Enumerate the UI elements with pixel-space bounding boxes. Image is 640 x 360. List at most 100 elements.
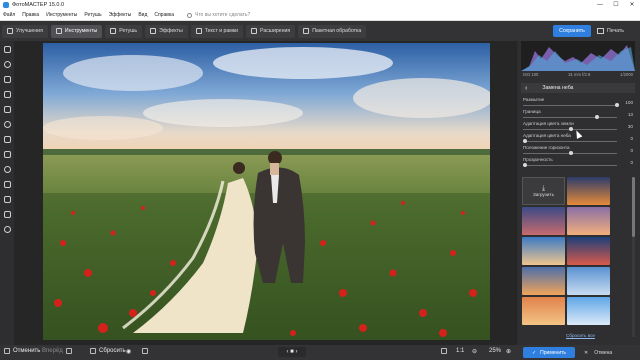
menu-effects[interactable]: Эффекты [109,12,132,18]
apply-label: Применить [540,349,567,356]
undo-icon [4,348,10,354]
slider-value: 100 [625,100,633,105]
menu-file[interactable]: Файл [3,12,15,18]
tab-label: Текст и рамки [204,28,239,34]
sky-thumbnail[interactable] [567,207,610,235]
menu-edit[interactable]: Правка [22,12,39,18]
window-title: ФотоМАСТЕР 15.0.0 [12,2,65,8]
sky-thumbnail[interactable] [567,237,610,265]
tab-extensions[interactable]: Расширения [246,24,296,38]
fit-icon [441,348,447,354]
slider-label: Положение горизонта [523,145,570,150]
sky-thumbnail[interactable] [567,177,610,205]
slider-value: 30 [627,124,633,129]
right-panel: ISO 100 31 mm f/2.8 1/2000 ‹ Замена неба… [518,41,640,345]
close-button[interactable]: ✕ [624,0,640,10]
panel-scrollbar[interactable] [632,177,635,337]
slider-knob[interactable] [523,139,527,143]
filmstrip-toggle[interactable]: ‹ ■ › [278,347,306,357]
tab-text-frames[interactable]: Текст и рамки [190,24,244,38]
slider-label: Прозрачность [523,157,553,162]
plus-icon [251,28,258,34]
reset-all-link[interactable]: Сбросить все [566,333,595,338]
brush-icon[interactable] [3,106,11,113]
slider-knob[interactable] [569,127,573,131]
maximize-button[interactable]: ☐ [608,0,624,10]
rotate-icon[interactable] [3,61,11,68]
text-tool-icon[interactable] [3,181,11,188]
slider-row: Размытие 100 [523,97,635,109]
tools-icon [55,28,62,34]
sky-thumbnail[interactable] [522,297,565,325]
zoom-1to1-button[interactable]: 1:1 [456,348,464,354]
sky-thumbnail[interactable] [522,267,565,295]
download-arrow-icon: ⤓ [541,185,546,192]
tab-effects[interactable]: Эффекты [145,24,188,38]
retouch-icon [110,28,117,34]
menu-search[interactable]: Что вы хотите сделать? [186,12,250,18]
fit-screen-icon[interactable] [441,348,450,354]
sky-thumbnail[interactable] [567,297,610,325]
search-icon [186,12,192,18]
tab-label: Улучшения [16,28,43,34]
sky-thumbnail[interactable] [522,207,565,235]
batch-icon [303,28,310,34]
tab-label: Расширения [260,28,291,34]
zoom-out-icon[interactable]: ⊖ [472,348,477,355]
text-icon [195,28,202,34]
menu-view[interactable]: Вид [138,12,147,18]
face-icon[interactable] [3,226,11,233]
slider-track[interactable] [523,105,617,106]
heal-brush-icon[interactable] [3,76,11,83]
compare-eye-icon[interactable]: ◉ [126,348,131,355]
split-icon [142,348,148,354]
save-button[interactable]: Сохранить [553,25,591,37]
focal-value: 31 mm f/2.8 [568,72,591,77]
tab-enhance[interactable]: Улучшения [2,24,48,38]
back-arrow-icon[interactable]: ‹ [525,85,527,92]
shutter-value: 1/2000 [620,72,633,77]
sky-thumbnail[interactable] [567,267,610,295]
redo-button[interactable]: Вперёд [42,348,72,354]
stamp-icon[interactable] [3,91,11,98]
print-button[interactable]: Печать [597,25,624,37]
menu-help[interactable]: Справка [154,12,174,18]
slider-track[interactable] [523,141,617,142]
fill-icon[interactable] [3,196,11,203]
radial-icon[interactable] [3,121,11,128]
scrollbar-thumb[interactable] [632,177,635,237]
slider-track[interactable] [523,165,617,166]
slider-label: Граница [523,109,541,114]
photo-preview[interactable] [43,43,490,340]
slider-knob[interactable] [569,151,573,155]
undo-button[interactable]: Отменить [4,348,40,354]
minimize-button[interactable]: — [592,0,608,10]
cancel-button[interactable]: ✕ Отмена [584,347,612,358]
slider-knob[interactable] [615,103,619,107]
sky-thumbnail[interactable] [522,237,565,265]
title-bar: ФотоМАСТЕР 15.0.0 — ☐ ✕ [0,0,640,10]
slider-knob[interactable] [594,115,599,119]
tab-batch[interactable]: Пакетная обработка [298,24,367,38]
slider-knob[interactable] [523,163,527,167]
slider-row: Граница 13 [523,109,635,121]
reset-button[interactable]: Сбросить [90,348,126,354]
reset-label: Сбросить [99,348,126,354]
light-icon[interactable] [3,166,11,173]
upload-sky-button[interactable]: ⤓ Загрузить [522,177,565,205]
menu-retouch[interactable]: Ретушь [84,12,101,18]
gradient-icon[interactable] [3,136,11,143]
zoom-in-icon[interactable]: ⊕ [506,348,511,355]
split-view-icon[interactable] [142,348,151,354]
crop-icon[interactable] [3,151,11,158]
close-icon: ✕ [584,349,589,356]
histogram-graph [521,45,635,71]
menu-tools[interactable]: Инструменты [46,12,77,18]
tab-tools[interactable]: Инструменты [50,24,103,38]
tab-retouch[interactable]: Ретушь [105,24,143,38]
printer-icon [597,28,604,34]
apply-button[interactable]: ✓ Применить [523,347,575,358]
back-arrow-icon[interactable] [3,46,11,53]
slider-track[interactable] [523,117,617,118]
magnet-icon[interactable] [3,211,11,218]
